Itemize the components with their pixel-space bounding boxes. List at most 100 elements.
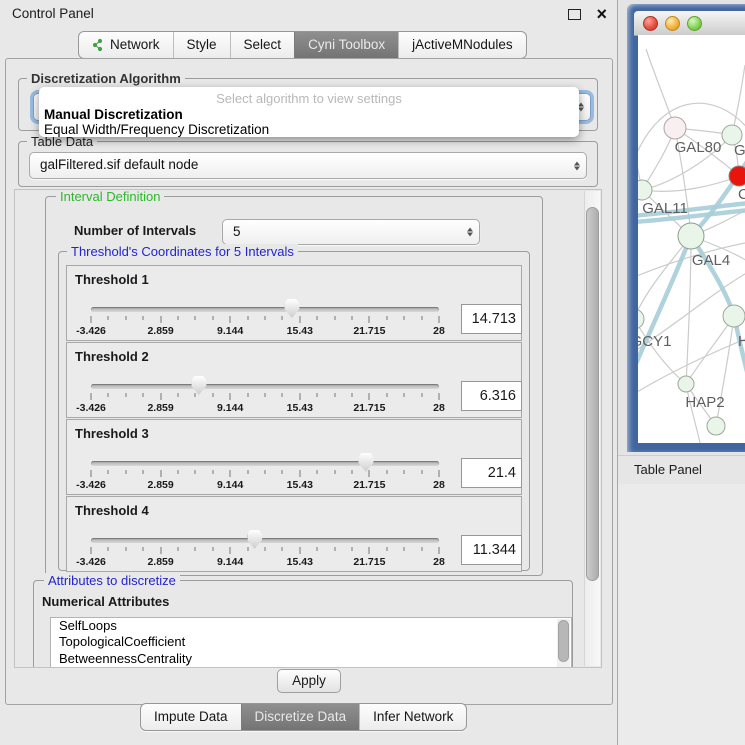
network-node-gal4[interactable] [678, 223, 704, 249]
network-view-window: GAL80GACGAL11GAL4GCY1HHAP2 [627, 4, 745, 452]
slider-track[interactable] [91, 307, 439, 312]
network-edge[interactable] [732, 65, 745, 135]
threshold-panel: Threshold 2 -3.4262.8599.14415.4321.7152… [66, 342, 522, 418]
threshold-slider[interactable]: -3.4262.8599.14415.4321.71528 [91, 376, 439, 416]
network-canvas-svg: GAL80GACGAL11GAL4GCY1HHAP2 [638, 35, 745, 443]
table-panel-titlebar: Table Panel [618, 455, 745, 485]
numerical-attributes-label: Numerical Attributes [42, 594, 169, 609]
table-panel-body: ✓ ✓ shared... n YDL19... YDL1 [618, 484, 745, 745]
slider-ticks [91, 470, 439, 478]
network-canvas[interactable]: GAL80GACGAL11GAL4GCY1HHAP2 [638, 35, 745, 443]
cyni-mode-tab[interactable]: Impute Data [141, 704, 241, 730]
group-title: Threshold's Coordinates for 5 Intervals [67, 244, 298, 259]
control-panel-tab[interactable]: Select [230, 32, 295, 58]
network-node-label: GAL80 [675, 139, 722, 156]
table-panel-title: Table Panel [634, 456, 702, 483]
group-title: Interval Definition [56, 189, 164, 204]
combo-arrows-icon [467, 228, 473, 237]
close-icon[interactable]: × [596, 1, 607, 27]
control-panel-tab[interactable]: Cyni Toolbox [294, 32, 398, 58]
tab-label: jActiveMNodules [412, 33, 513, 57]
screen: Control Panel × Network Style [0, 0, 745, 745]
threshold-value-field[interactable]: 21.4 [461, 458, 522, 488]
group-title: Attributes to discretize [44, 573, 180, 588]
network-node-label: GAL11 [642, 200, 688, 217]
tab-label: Cyni Toolbox [308, 33, 385, 57]
num-intervals-combobox[interactable]: 5 [222, 219, 480, 245]
slider-tick-labels: -3.4262.8599.14415.4321.71528 [91, 402, 439, 414]
apply-button[interactable]: Apply [277, 669, 341, 693]
attribute-list-item[interactable]: BetweennessCentrality [51, 651, 571, 667]
network-node-gcy1[interactable] [638, 309, 644, 329]
zoom-traffic-light-icon[interactable] [687, 16, 702, 31]
tab-label: Network [110, 33, 160, 57]
network-icon [92, 38, 105, 52]
attribute-list-item[interactable]: SelfLoops [51, 618, 571, 634]
control-panel: Control Panel × Network Style [0, 0, 618, 745]
algorithm-dropdown-popup: Select algorithm to view settings Manual… [39, 87, 579, 137]
minimize-traffic-light-icon[interactable] [665, 16, 680, 31]
interval-definition-group: Interval Definition Number of Intervals … [45, 196, 543, 576]
slider-ticks [91, 393, 439, 401]
network-edge[interactable] [646, 49, 675, 128]
network-node-h[interactable] [723, 305, 745, 327]
control-panel-tab[interactable]: Network [79, 32, 173, 58]
tab-label: Impute Data [154, 705, 228, 729]
network-edge[interactable] [642, 176, 739, 191]
settings-scrollbar-thumb[interactable] [586, 207, 599, 581]
close-traffic-light-icon[interactable] [643, 16, 658, 31]
threshold-slider[interactable]: -3.4262.8599.14415.4321.71528 [91, 453, 439, 493]
cyni-toolbox-panel: Discretization Algorithm Select algorith… [5, 58, 613, 705]
cyni-mode-tab[interactable]: Infer Network [359, 704, 466, 730]
num-intervals-label: Number of Intervals [74, 223, 196, 238]
network-edge[interactable] [686, 384, 700, 443]
network-node-unlabeled[interactable] [707, 417, 725, 435]
thresholds-group: Threshold's Coordinates for 5 Intervals … [58, 251, 530, 571]
slider-tick-labels: -3.4262.8599.14415.4321.71528 [91, 479, 439, 491]
network-edge[interactable] [686, 316, 734, 384]
slider-tick-labels: -3.4262.8599.14415.4321.71528 [91, 556, 439, 568]
combo-arrows-icon [574, 161, 580, 170]
control-panel-tab[interactable]: Style [173, 32, 230, 58]
list-scrollbar-thumb[interactable] [558, 620, 569, 662]
threshold-value-field[interactable]: 14.713 [461, 304, 522, 334]
network-node-gal80[interactable] [664, 117, 686, 139]
threshold-label: Threshold 2 [75, 349, 149, 364]
algorithm-option[interactable]: Manual Discretization [39, 107, 579, 122]
network-edge[interactable] [638, 236, 691, 319]
popup-prompt: Select algorithm to view settings [39, 87, 579, 107]
network-edge[interactable] [638, 319, 686, 384]
threshold-slider[interactable]: -3.4262.8599.14415.4321.71528 [91, 530, 439, 570]
attribute-list-item[interactable]: TopologicalCoefficient [51, 634, 571, 650]
table-data-combobox[interactable]: galFiltered.sif default node [29, 152, 587, 179]
cyni-bottom-tabbar: Impute Data Discretize Data Infer Networ… [140, 703, 467, 731]
threshold-panel: Threshold 4 -3.4262.8599.14415.4321.7152… [66, 496, 522, 572]
slider-tick-labels: -3.4262.8599.14415.4321.71528 [91, 325, 439, 337]
control-panel-tab[interactable]: jActiveMNodules [398, 32, 526, 58]
threshold-value-field[interactable]: 6.316 [461, 381, 522, 411]
tab-label: Discretize Data [255, 705, 347, 729]
slider-track[interactable] [91, 538, 439, 543]
network-edge[interactable] [691, 236, 734, 316]
network-node-label: C [738, 186, 745, 203]
threshold-slider[interactable]: -3.4262.8599.14415.4321.71528 [91, 299, 439, 339]
list-scrollbar [557, 619, 570, 668]
cyni-mode-tab[interactable]: Discretize Data [241, 704, 360, 730]
network-node-c[interactable] [729, 166, 745, 186]
threshold-panel: Threshold 1 -3.4262.8599.14415.4321.7152… [66, 265, 522, 341]
float-window-icon[interactable] [568, 9, 581, 20]
attributes-group: Attributes to discretize Numerical Attri… [33, 580, 573, 668]
threshold-label: Threshold 1 [75, 272, 149, 287]
algorithm-option[interactable]: Equal Width/Frequency Discretization [39, 122, 579, 137]
group-title: Discretization Algorithm [27, 71, 185, 86]
threshold-list: Threshold 1 -3.4262.8599.14415.4321.7152… [66, 265, 522, 573]
network-window-titlebar[interactable] [634, 11, 745, 36]
settings-scrollbar [584, 191, 600, 666]
slider-track[interactable] [91, 384, 439, 389]
network-node-hap2[interactable] [678, 376, 694, 392]
tab-label: Select [244, 33, 282, 57]
slider-track[interactable] [91, 461, 439, 466]
threshold-value-field[interactable]: 11.344 [461, 535, 522, 565]
network-edge[interactable] [638, 236, 691, 373]
slider-ticks [91, 316, 439, 324]
